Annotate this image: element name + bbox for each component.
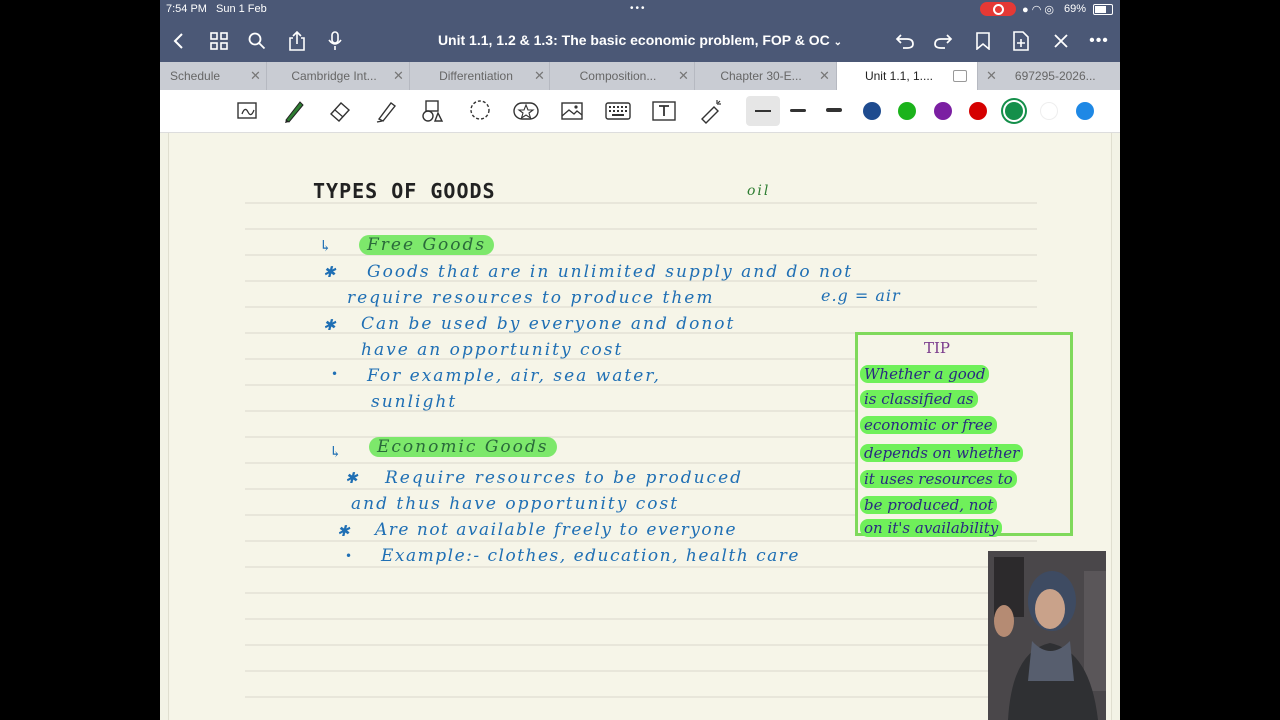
star-bullet: ✱ <box>323 316 338 334</box>
multitask-dots-icon[interactable]: ••• <box>630 3 647 14</box>
tab-label: Composition... <box>579 69 657 83</box>
more-options-icon[interactable]: ••• <box>1086 28 1112 54</box>
notes-app: 7:54 PM Sun 1 Feb ••• ● ◠ ◎ 69% Unit 1.1… <box>160 0 1120 720</box>
close-tab-icon[interactable]: ✕ <box>250 68 261 84</box>
star-bullet: ✱ <box>345 469 360 487</box>
close-tab-icon[interactable]: ✕ <box>393 68 404 84</box>
shapes-icon[interactable] <box>418 97 446 125</box>
laser-pointer-icon[interactable] <box>696 97 724 125</box>
economic-goods-heading: Economic Goods <box>369 437 557 457</box>
free-goods-example-inline: e.g = air <box>821 286 901 305</box>
tab-697295[interactable]: ✕ 697295-2026... <box>978 62 1120 90</box>
free-goods-line-5: For example, air, sea water, <box>367 366 661 386</box>
close-tab-icon[interactable]: ✕ <box>819 68 830 84</box>
tab-bar: Schedule ✕ Cambridge Int... ✕ Differenti… <box>160 62 1120 90</box>
tab-unit-1[interactable]: Unit 1.1, 1.... <box>837 62 978 90</box>
star-bullet: ✱ <box>323 263 338 281</box>
drawing-toolbar <box>160 90 1120 133</box>
color-swatch-blue[interactable] <box>1076 102 1094 120</box>
color-swatch-red[interactable] <box>969 102 987 120</box>
stroke-thin-button[interactable] <box>746 96 780 126</box>
bookmark-icon[interactable] <box>970 28 996 54</box>
text-box-icon[interactable] <box>650 97 678 125</box>
arrow-bullet: ↳ <box>319 237 334 255</box>
status-time: 7:54 PM <box>166 3 207 15</box>
free-goods-line-3: Can be used by everyone and donot <box>361 314 736 334</box>
tip-line: depends on whether <box>860 444 1024 462</box>
highlighter-icon[interactable] <box>372 97 400 125</box>
lasso-select-icon[interactable] <box>234 97 262 125</box>
microphone-icon[interactable] <box>322 28 348 54</box>
close-edit-icon[interactable] <box>1048 28 1074 54</box>
tab-schedule[interactable]: Schedule ✕ <box>160 62 267 90</box>
star-bullet: ✱ <box>337 522 352 540</box>
stroke-thick-button[interactable] <box>826 108 842 112</box>
notebook-page[interactable]: TYPES OF GOODS oil ↳ Free Goods ✱ Goods … <box>168 133 1112 720</box>
back-icon[interactable] <box>166 28 192 54</box>
tip-title: TIP <box>924 339 951 357</box>
tip-line: it uses resources to <box>860 470 1017 488</box>
stroke-medium-button[interactable] <box>790 109 806 112</box>
presenter-webcam <box>988 551 1106 720</box>
tab-cambridge[interactable]: Cambridge Int... ✕ <box>267 62 410 90</box>
status-date: Sun 1 Feb <box>216 3 267 15</box>
tip-line: is classified as <box>860 390 978 408</box>
free-goods-heading: Free Goods <box>359 235 495 255</box>
color-swatch-green[interactable] <box>898 102 916 120</box>
lasso-icon[interactable] <box>466 97 494 125</box>
tab-label: Cambridge Int... <box>291 69 377 83</box>
color-swatch-purple[interactable] <box>934 102 952 120</box>
search-icon[interactable] <box>244 28 270 54</box>
economic-goods-line-3: Are not available freely to everyone <box>375 520 738 540</box>
tip-line: Whether a good <box>860 365 990 383</box>
stickers-icon[interactable] <box>512 97 540 125</box>
free-goods-line-1: Goods that are in unlimited supply and d… <box>367 262 854 282</box>
free-goods-line-2: require resources to produce them <box>347 288 715 308</box>
pen-tool-icon[interactable] <box>280 97 308 125</box>
margin-note: oil <box>747 183 771 199</box>
tab-label: Chapter 30-E... <box>720 69 802 83</box>
battery-icon <box>1093 4 1113 15</box>
color-swatch-navy[interactable] <box>863 102 881 120</box>
tip-box: TIP Whether a good is classified as econ… <box>855 332 1073 537</box>
top-bar: 7:54 PM Sun 1 Feb ••• ● ◠ ◎ 69% Unit 1.1… <box>160 0 1120 62</box>
wifi-icon: ● ◠ ◎ <box>1022 4 1054 16</box>
image-icon[interactable] <box>558 97 586 125</box>
keyboard-icon[interactable] <box>604 97 632 125</box>
tab-differentiation[interactable]: Differentiation ✕ <box>410 62 550 90</box>
tip-line: economic or free <box>860 416 997 434</box>
free-goods-line-6: sunlight <box>371 392 458 412</box>
close-tab-icon[interactable]: ✕ <box>678 68 689 84</box>
economic-goods-line-1: Require resources to be produced <box>385 468 744 488</box>
close-tab-icon[interactable]: ✕ <box>534 68 545 84</box>
tab-label: Schedule <box>170 69 221 83</box>
economic-goods-line-4: Example:- clothes, education, health car… <box>381 546 800 566</box>
close-tab-icon[interactable]: ✕ <box>986 68 997 84</box>
tab-label: Unit 1.1, 1.... <box>864 69 934 83</box>
tab-chapter-30[interactable]: Chapter 30-E... ✕ <box>695 62 837 90</box>
tip-line: on it's availability <box>860 519 1003 537</box>
eraser-icon[interactable] <box>326 97 354 125</box>
free-goods-line-4: have an opportunity cost <box>361 340 624 360</box>
battery-percent: 69% <box>1064 3 1087 15</box>
nav-bar: Unit 1.1, 1.2 & 1.3: The basic economic … <box>160 22 1120 62</box>
arrow-bullet: ↳ <box>329 443 344 461</box>
color-swatch-dark-green-selected[interactable] <box>1005 102 1023 120</box>
tab-composition[interactable]: Composition... ✕ <box>550 62 695 90</box>
page-heading: TYPES OF GOODS <box>313 179 496 203</box>
undo-icon[interactable] <box>892 28 918 54</box>
split-view-icon[interactable] <box>953 70 967 82</box>
add-page-icon[interactable] <box>1008 28 1034 54</box>
screen-record-icon[interactable] <box>980 2 1016 16</box>
dot-bullet: • <box>331 367 341 381</box>
tab-label: Differentiation <box>439 69 513 83</box>
tip-line: be produced, not <box>860 496 998 514</box>
economic-goods-line-2: and thus have opportunity cost <box>351 494 680 514</box>
tab-label: 697295-2026... <box>1014 69 1096 83</box>
share-icon[interactable] <box>284 28 310 54</box>
grid-view-icon[interactable] <box>206 28 232 54</box>
color-swatch-white[interactable] <box>1040 102 1058 120</box>
dot-bullet: • <box>345 549 355 563</box>
redo-icon[interactable] <box>930 28 956 54</box>
